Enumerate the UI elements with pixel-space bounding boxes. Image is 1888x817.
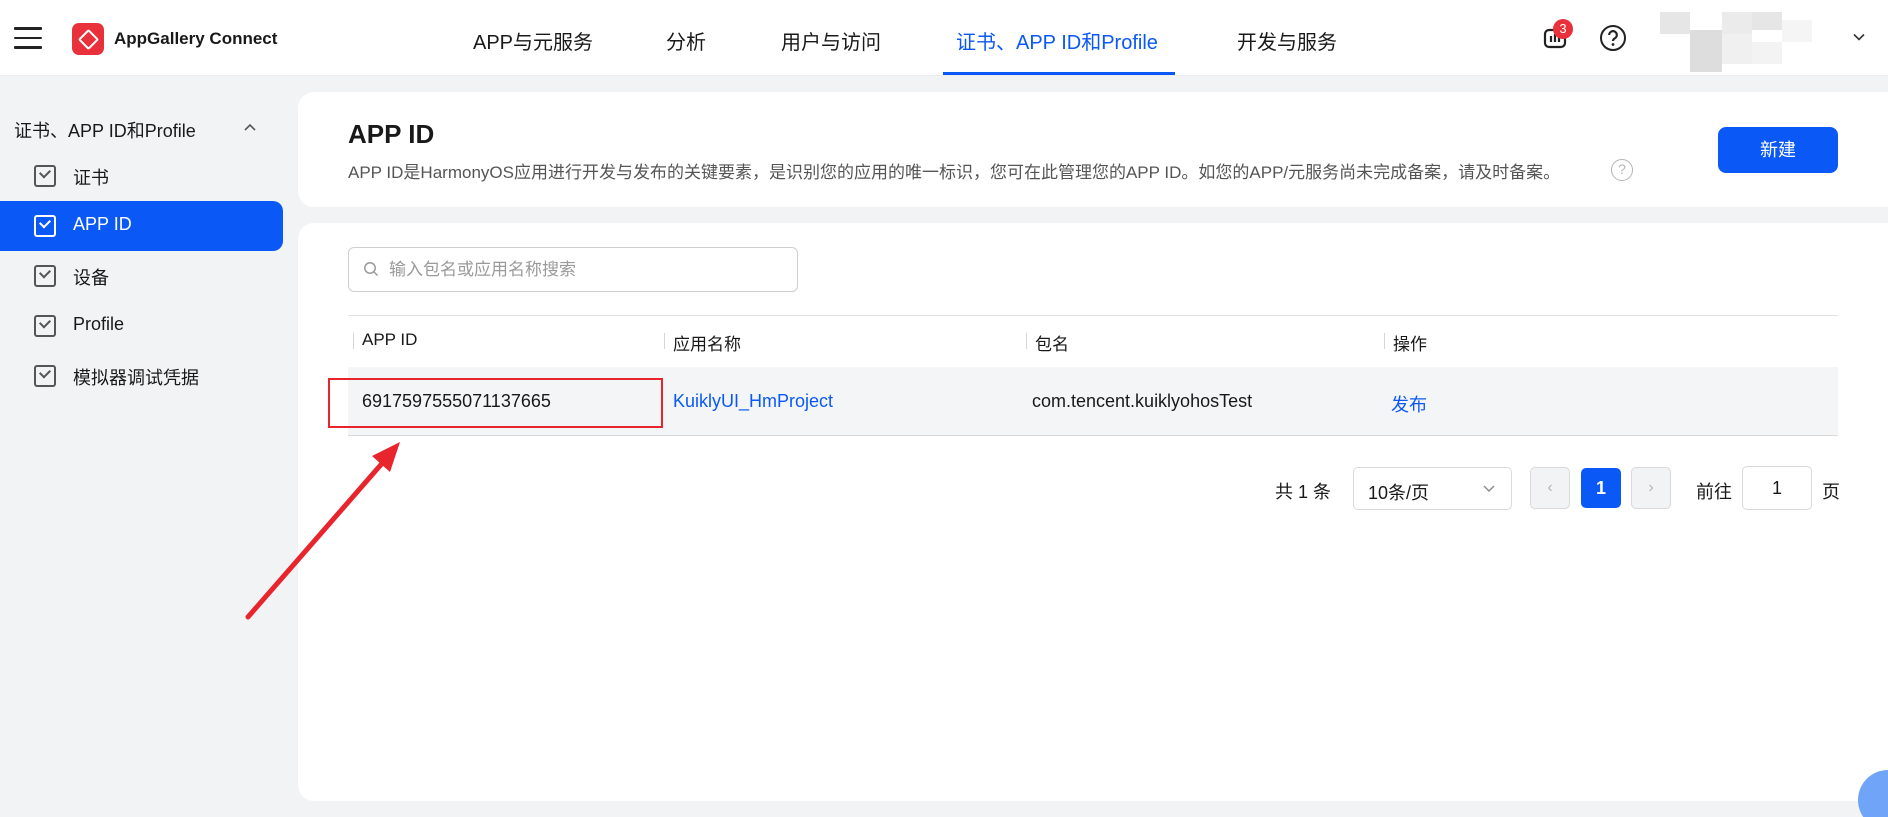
table-divider (348, 315, 1838, 316)
column-separator (1026, 333, 1027, 349)
nav-analytics[interactable]: 分析 (666, 26, 706, 55)
package-name: com.tencent.kuiklyohosTest (1032, 391, 1253, 411)
chevron-down-icon[interactable] (1852, 30, 1866, 44)
profile-icon (34, 315, 56, 337)
sidebar-item-label: 模拟器调试凭据 (73, 368, 199, 388)
next-page-button[interactable]: › (1631, 467, 1671, 509)
column-header-package: 包名 (1035, 335, 1069, 354)
sidebar-item-label: 证书 (73, 168, 109, 188)
nav-users-access[interactable]: 用户与访问 (781, 26, 881, 55)
active-nav-indicator (943, 72, 1175, 75)
page-title: APP ID (348, 119, 435, 149)
top-header: AppGallery Connect APP与元服务 分析 用户与访问 证书、A… (0, 0, 1888, 76)
page-suffix-label: 页 (1822, 482, 1840, 502)
appgallery-logo-icon[interactable] (72, 23, 104, 55)
nav-dev-services[interactable]: 开发与服务 (1237, 26, 1337, 55)
emulator-icon (34, 365, 56, 387)
nav-app-services[interactable]: APP与元服务 (473, 26, 593, 55)
pagination-total: 共 1 条 (1275, 482, 1332, 502)
annotation-arrow-icon (245, 442, 400, 620)
column-header-app-id: APP ID (362, 330, 418, 349)
page-header-card: APP ID APP ID是HarmonyOS应用进行开发与发布的关键要素，是识… (298, 92, 1888, 207)
app-id-icon (34, 215, 56, 237)
search-box[interactable] (348, 247, 798, 292)
sidebar-item-certificates[interactable]: 证书 (0, 151, 283, 201)
column-separator (1384, 333, 1385, 349)
app-id-highlight-box (328, 378, 663, 428)
current-page-button[interactable]: 1 (1581, 468, 1621, 508)
sidebar-item-emulator-credentials[interactable]: 模拟器调试凭据 (0, 351, 283, 401)
goto-label: 前往 (1696, 482, 1732, 502)
sidebar-item-profile[interactable]: Profile (0, 301, 283, 351)
app-id-list-card: APP ID 应用名称 包名 操作 6917597555071137665 Ku… (298, 223, 1888, 801)
page-size-value: 10条/页 (1368, 483, 1430, 503)
sidebar-item-devices[interactable]: 设备 (0, 251, 283, 301)
prev-page-button[interactable]: ‹ (1530, 467, 1570, 509)
help-icon[interactable] (1599, 24, 1627, 52)
page-description: APP ID是HarmonyOS应用进行开发与发布的关键要素，是识别您的应用的唯… (348, 163, 1561, 182)
question-icon[interactable]: ? (1611, 159, 1633, 181)
menu-icon[interactable] (14, 27, 42, 49)
column-header-actions: 操作 (1393, 335, 1427, 354)
goto-page-input[interactable]: 1 (1742, 466, 1812, 510)
page-size-select[interactable]: 10条/页 (1353, 467, 1512, 510)
publish-link[interactable]: 发布 (1391, 391, 1427, 417)
certificate-icon (34, 165, 56, 187)
user-avatar[interactable] (1660, 12, 1812, 72)
app-name-link[interactable]: KuiklyUI_HmProject (673, 391, 833, 412)
sidebar-item-label: Profile (73, 314, 125, 334)
new-app-id-button[interactable]: 新建 (1718, 127, 1838, 173)
brand-name[interactable]: AppGallery Connect (114, 29, 277, 49)
sidebar-item-label: 设备 (73, 268, 109, 288)
column-separator (353, 333, 354, 349)
search-input[interactable] (389, 248, 789, 291)
column-header-app-name: 应用名称 (673, 335, 741, 354)
sidebar-group-title[interactable]: 证书、APP ID和Profile (14, 117, 196, 143)
chevron-down-icon (1483, 485, 1495, 492)
column-separator (664, 333, 665, 349)
nav-certificates-appid-profile[interactable]: 证书、APP ID和Profile (956, 26, 1158, 55)
notification-badge: 3 (1553, 19, 1573, 39)
sidebar-item-label: APP ID (73, 214, 132, 234)
sidebar-item-app-id[interactable]: APP ID (0, 201, 283, 251)
chevron-up-icon[interactable] (243, 122, 257, 132)
device-icon (34, 265, 56, 287)
search-icon (364, 262, 379, 277)
